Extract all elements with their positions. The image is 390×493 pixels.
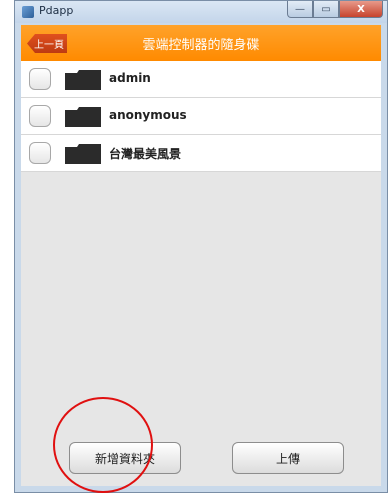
app-header: 上一頁 雲端控制器的隨身碟	[21, 25, 381, 61]
window-controls: — ▭ X	[287, 1, 383, 19]
folder-row-anonymous[interactable]: anonymous	[21, 98, 381, 135]
app-window: Pdapp — ▭ X 上一頁 雲端控制器的隨身碟 admin anonymou…	[14, 0, 388, 493]
close-button[interactable]: X	[339, 1, 383, 18]
new-folder-button[interactable]: 新增資料夾	[69, 442, 181, 474]
folder-icon	[65, 107, 101, 127]
app-icon	[22, 6, 34, 18]
select-checkbox[interactable]	[29, 105, 51, 127]
window-title: Pdapp	[39, 4, 74, 17]
app-content: 上一頁 雲端控制器的隨身碟 admin anonymous 台灣最美風景 新增資…	[21, 25, 381, 486]
page-title: 雲端控制器的隨身碟	[142, 38, 260, 53]
upload-button[interactable]: 上傳	[232, 442, 344, 474]
select-checkbox[interactable]	[29, 142, 51, 164]
folder-name: anonymous	[109, 108, 187, 122]
folder-icon	[65, 70, 101, 90]
select-checkbox[interactable]	[29, 68, 51, 90]
maximize-button[interactable]: ▭	[313, 1, 339, 18]
folder-name: admin	[109, 71, 151, 85]
folder-name: 台灣最美風景	[109, 147, 182, 161]
title-bar[interactable]: Pdapp — ▭ X	[15, 1, 387, 23]
folder-row-scenery[interactable]: 台灣最美風景	[21, 135, 381, 172]
folder-row-admin[interactable]: admin	[21, 61, 381, 98]
folder-list: admin anonymous 台灣最美風景	[21, 61, 381, 172]
folder-icon	[65, 144, 101, 164]
action-bar: 新增資料夾 上傳	[21, 426, 381, 486]
minimize-button[interactable]: —	[287, 1, 313, 18]
